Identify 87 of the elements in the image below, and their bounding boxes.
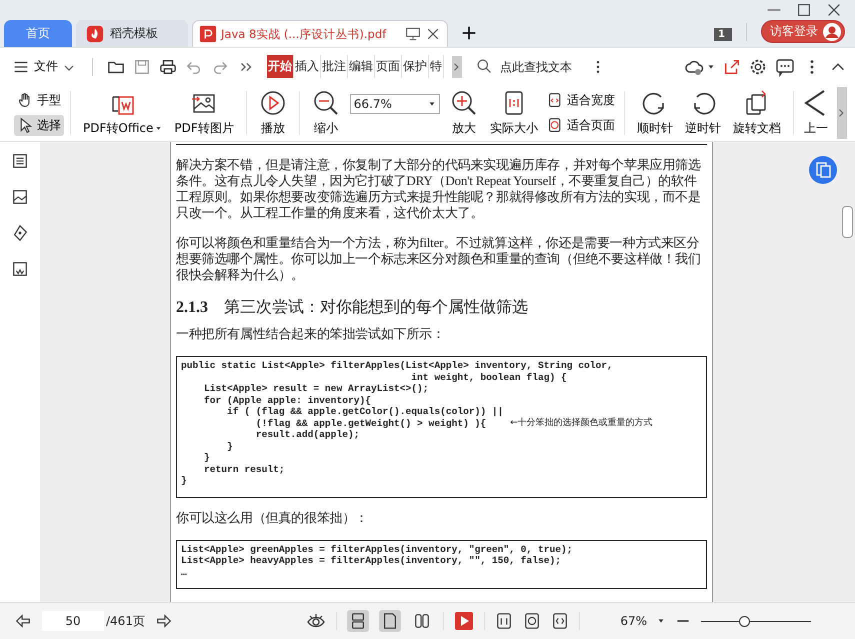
caret-icon[interactable] (657, 617, 665, 625)
menu-tab[interactable]: 编辑 (348, 55, 375, 78)
slider-thumb[interactable] (739, 616, 750, 626)
code-line: if ( (flag && apple.getColor().equals(color)) || (226, 406, 504, 418)
code-line: List<Apple> result = new ArrayList<>(); (203, 383, 429, 394)
code-line: } (226, 440, 233, 452)
play-icon[interactable] (454, 611, 474, 631)
menu-tab[interactable]: 特 (429, 55, 444, 78)
zoom-level: 67% (620, 614, 647, 628)
fit-width-icon[interactable] (551, 612, 570, 630)
code-annotation: ←十分笨拙的选择颜色或重量的方式 (510, 418, 653, 429)
tool-button[interactable]: 逆时针 (678, 89, 727, 137)
code-line: List<Apple> greenApples = filterApples(inventory, "green", 0, true); (181, 544, 572, 555)
floating-action-icon[interactable] (809, 156, 837, 184)
search-icon (476, 58, 493, 75)
flame-logo-icon (86, 24, 104, 42)
caret-icon (428, 100, 436, 108)
tool-button[interactable]: 上一 (800, 89, 832, 137)
tool-button[interactable]: 顺时针 (630, 89, 679, 137)
paragraph: 你可以将颜色和重量结合为一个方法，称为filter。不过就算这样，你还是需要一种方式来区分想要筛选哪个属性。你可以加上一个标志来区分对颜色和重量的查询（但绝不要这样做！我们很快会解释为什么）。 (176, 235, 702, 283)
comment-icon[interactable] (775, 56, 795, 76)
continuous-view-button[interactable] (347, 610, 370, 632)
save-icon[interactable] (133, 58, 151, 76)
fit-page-icon[interactable] (523, 612, 542, 630)
paragraph: 你可以这么用（但真的很笨拙）： (176, 510, 370, 526)
tool-button[interactable]: 适合宽度 (544, 90, 618, 111)
annotation-icon[interactable] (11, 224, 29, 242)
zoom-dropdown[interactable]: 66.7% (350, 94, 440, 114)
zoom-out-icon (312, 89, 340, 117)
code-line: List<Apple> heavyApples = filterApples(inventory, "", 150, false); (181, 555, 561, 566)
avatar-icon (822, 22, 842, 42)
play-icon (258, 89, 287, 117)
pdf-file-icon (199, 25, 217, 43)
code-line: for (Apple apple: inventory){ (203, 394, 371, 406)
monitor-icon[interactable] (405, 26, 421, 42)
settings-icon[interactable] (749, 58, 767, 76)
code-line: result.add(apple); (254, 429, 360, 440)
scrollbar-thumb (842, 206, 853, 238)
tool-button[interactable]: 旋转文档 (726, 89, 787, 137)
code-line: } (203, 452, 210, 464)
menu-tab[interactable]: 插入 (294, 55, 321, 78)
tool-button[interactable]: 缩小 (306, 89, 346, 137)
tool-button[interactable]: 放大 (444, 89, 484, 137)
tool-button[interactable]: 实际大小 (484, 89, 544, 137)
paragraph: 一种把所有属性结合起来的笨拙尝试如下所示： (176, 326, 446, 342)
tool-button[interactable]: PDF转Office (77, 89, 168, 137)
tool-button[interactable]: PDF转图片 (168, 89, 240, 137)
document-tab[interactable]: 稻壳模板 (76, 20, 188, 47)
actual-size-icon[interactable] (495, 612, 514, 630)
file-menu-button[interactable]: 文件 (8, 58, 78, 76)
share-icon[interactable] (723, 58, 741, 76)
thumbnail-icon[interactable] (11, 188, 29, 206)
maximize-icon[interactable] (795, 1, 813, 19)
tool-button[interactable]: 播放 (252, 89, 293, 137)
two-columns-icon (413, 612, 432, 630)
code-line: public static List<Apple> filterApples(List<Apple> inventory, String color, (181, 360, 613, 372)
document-tab[interactable]: Java 8实战 (...序设计丛书).pdf (192, 20, 448, 47)
single-page-view-button[interactable] (379, 610, 402, 632)
scroll-right-button[interactable] (452, 56, 462, 78)
signature-icon[interactable] (11, 260, 29, 278)
login-button[interactable]: 访客登录 (761, 20, 845, 43)
menu-tab[interactable]: 批注 (321, 55, 348, 78)
new-tab-icon[interactable] (460, 24, 478, 42)
code-line: int weight, boolean flag) { (410, 372, 567, 383)
menu-tab[interactable]: 保护 (402, 55, 429, 78)
window-count-badge[interactable]: 1 (714, 28, 732, 41)
menu-tab[interactable]: 页面 (375, 55, 402, 78)
menu-tab[interactable]: 开始 (267, 55, 294, 78)
previous-page-icon[interactable] (14, 612, 32, 630)
close-icon[interactable] (425, 26, 441, 42)
section-heading: 第三次尝试：对你能想到的每个属性做筛选 (224, 298, 528, 318)
next-page-icon[interactable] (154, 612, 173, 630)
paragraph: 解决方案不错，但是请注意，你复制了大部分的代码来实现遍历库存，并对每个苹果应用筛选条件。这有点儿令人失望，因为它打破了DRY（Don't Repeat Yourself，不要重复自己）的软件工程原则。如果你想要改变筛选遍历方式来提升性能呢？那就得修改所有方法的实现，而不是只改一个。从工程工作量的角度来看，这代价太大了。 (176, 157, 702, 221)
page-total: /461页 (106, 612, 145, 630)
tool-button[interactable]: 选择 (14, 115, 64, 136)
tool-button[interactable]: 手型 (14, 90, 64, 111)
code-line: (!flag && apple.getWeight() > weight) ){ (254, 418, 486, 429)
zoom-in-icon (450, 89, 478, 117)
code-line: … (181, 566, 187, 578)
code-line: } (181, 475, 187, 486)
caret-icon (707, 62, 715, 70)
tool-button[interactable]: 适合页面 (544, 115, 618, 136)
printer-icon[interactable] (159, 58, 177, 76)
page-number-field[interactable]: 50 (42, 611, 104, 631)
outline-icon[interactable] (11, 152, 29, 170)
section-number: 2.1.3 (176, 299, 208, 317)
code-line: return result; (203, 464, 285, 475)
